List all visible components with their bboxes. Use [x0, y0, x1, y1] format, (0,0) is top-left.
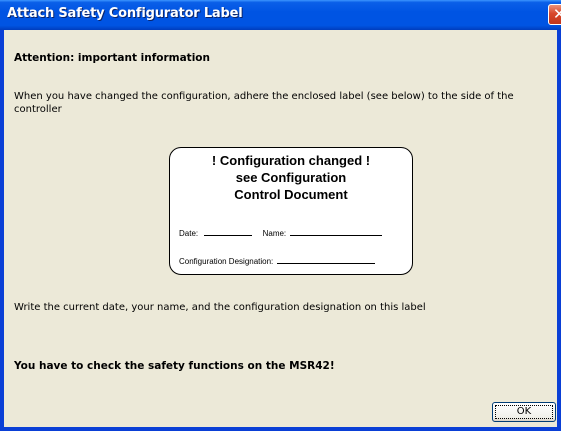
dialog-window: Attach Safety Configurator Label ✕ Atten… — [0, 0, 561, 431]
label-date-text: Date: — [179, 229, 199, 238]
name-blank-line — [290, 227, 383, 236]
instruction-text: When you have changed the configuration,… — [14, 91, 514, 115]
label-designation-row: Configuration Designation: — [179, 255, 375, 266]
designation-blank-line — [276, 255, 375, 264]
close-button[interactable]: ✕ — [548, 4, 561, 25]
label-name-text: Name: — [262, 229, 287, 238]
safety-warning-text: You have to check the safety functions o… — [14, 360, 335, 372]
configuration-label-image: ! Configuration changed ! see Configurat… — [169, 147, 413, 275]
window-title: Attach Safety Configurator Label — [7, 6, 243, 21]
label-date-name-row: Date: Name: — [179, 227, 383, 238]
attention-heading: Attention: important information — [14, 52, 210, 64]
ok-button[interactable]: OK — [492, 402, 556, 422]
date-blank-line — [204, 227, 253, 236]
title-bar[interactable]: Attach Safety Configurator Label ✕ — [0, 0, 561, 30]
write-instruction-text: Write the current date, your name, and t… — [14, 302, 426, 313]
label-headline: ! Configuration changed ! see Configurat… — [211, 153, 371, 202]
label-designation-text: Configuration Designation: — [179, 257, 274, 266]
close-icon: ✕ — [553, 5, 561, 23]
